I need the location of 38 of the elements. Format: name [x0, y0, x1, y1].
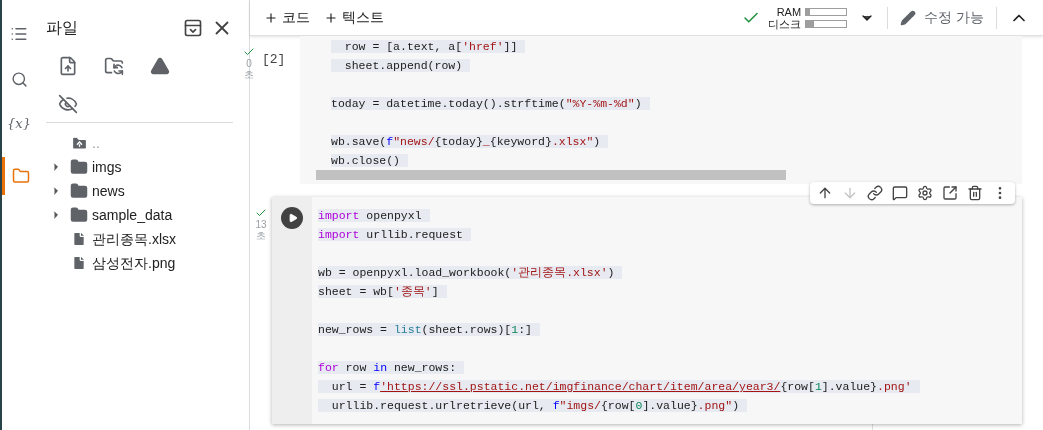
run-cell-button[interactable] — [281, 207, 303, 229]
hidden-files-icon[interactable] — [58, 94, 78, 114]
trash-icon[interactable] — [967, 185, 983, 201]
ram-label: RAM — [776, 5, 802, 18]
run-duration: 0초 — [243, 58, 255, 80]
run-duration: 13초 — [255, 219, 267, 241]
play-icon — [287, 213, 298, 223]
parent-folder-icon — [70, 134, 88, 152]
file-name[interactable]: 삼성전자.png — [92, 252, 176, 274]
file-icon — [71, 255, 87, 271]
plus-icon — [264, 10, 278, 25]
plus-icon — [324, 10, 338, 25]
disk-label: 디스크 — [768, 17, 802, 30]
file-name[interactable]: sample_data — [92, 204, 173, 226]
search-icon[interactable] — [10, 70, 28, 88]
variables-button[interactable]: {x} — [2, 112, 36, 136]
execution-count: [2] — [262, 52, 286, 67]
folder-icon — [70, 206, 88, 224]
pencil-icon — [900, 9, 917, 26]
upload-file-icon[interactable] — [58, 56, 78, 76]
list-icon[interactable] — [10, 25, 28, 43]
panel-title: 파일 — [46, 18, 79, 38]
move-up-icon[interactable] — [817, 185, 833, 201]
horizontal-scrollbar[interactable] — [316, 170, 786, 180]
folder-icon — [70, 158, 88, 176]
file-name[interactable]: news — [92, 180, 125, 202]
folder-icon — [70, 182, 88, 200]
add-code-button[interactable]: 코드 — [264, 7, 310, 28]
file-icon — [71, 231, 87, 247]
folder-icon[interactable] — [11, 167, 30, 185]
editing-mode-button[interactable]: 수정 가능 — [900, 7, 984, 28]
file-name[interactable]: 관리종목.xlsx — [92, 228, 176, 250]
settings-icon[interactable] — [917, 185, 933, 201]
refresh-folder-icon[interactable] — [104, 56, 124, 76]
add-text-button[interactable]: 텍스트 — [324, 7, 384, 28]
file-name[interactable]: imgs — [92, 156, 122, 178]
link-icon[interactable] — [867, 185, 883, 201]
comment-icon[interactable] — [892, 185, 908, 201]
